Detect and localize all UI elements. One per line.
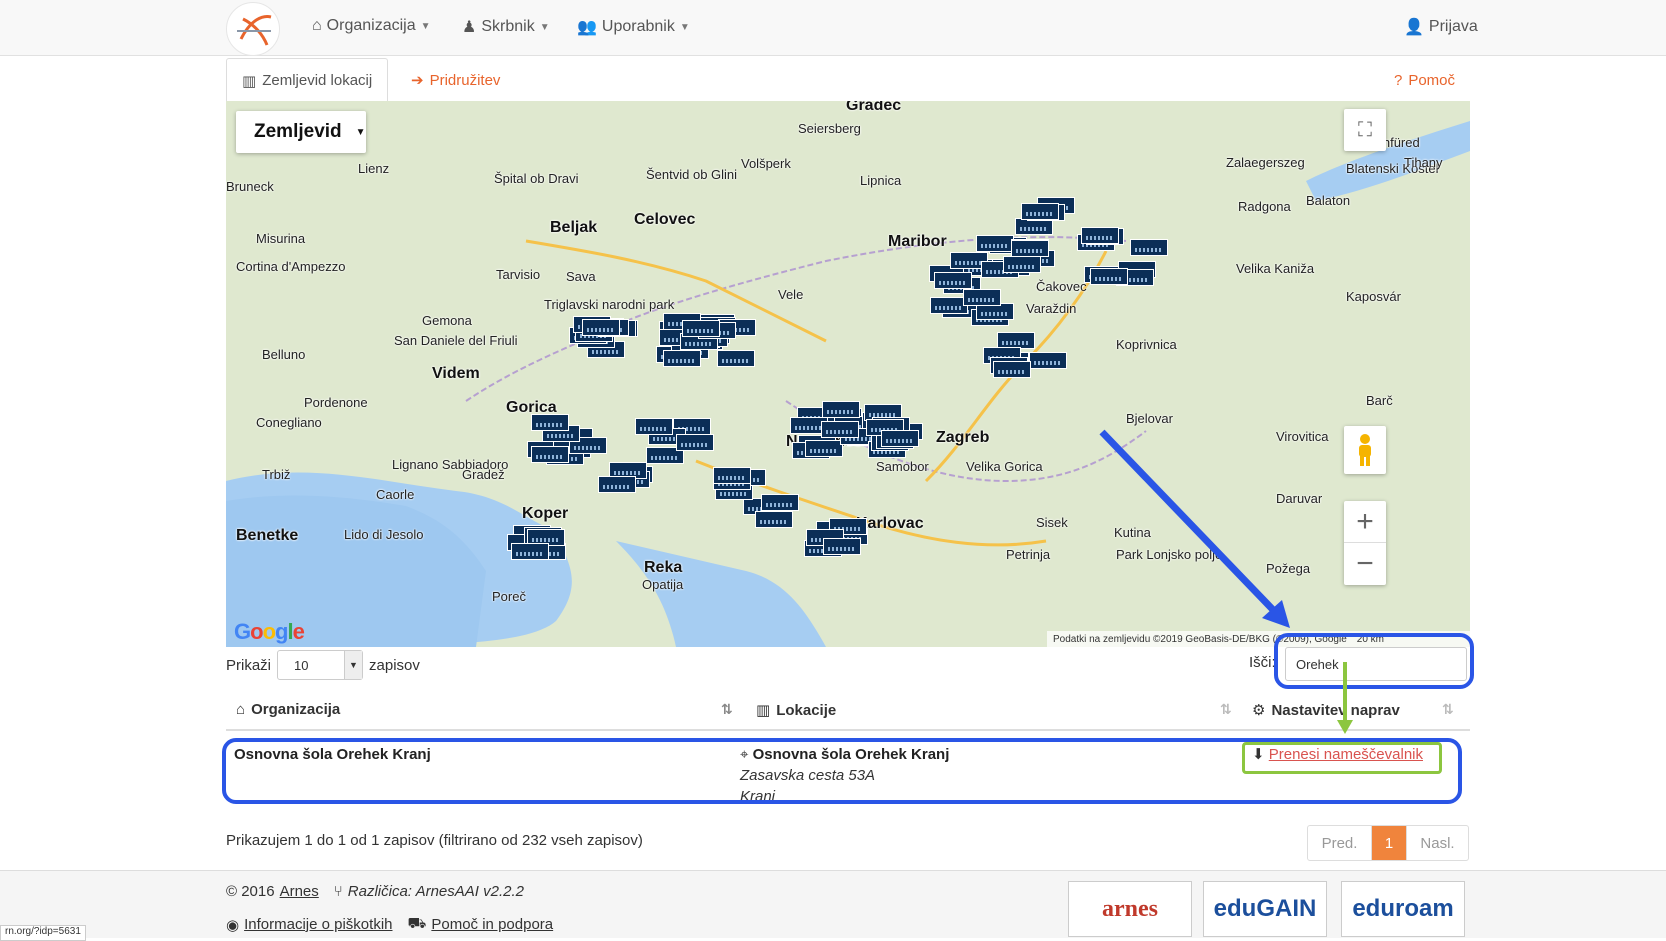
- annotation-arrows: [1099, 429, 1353, 734]
